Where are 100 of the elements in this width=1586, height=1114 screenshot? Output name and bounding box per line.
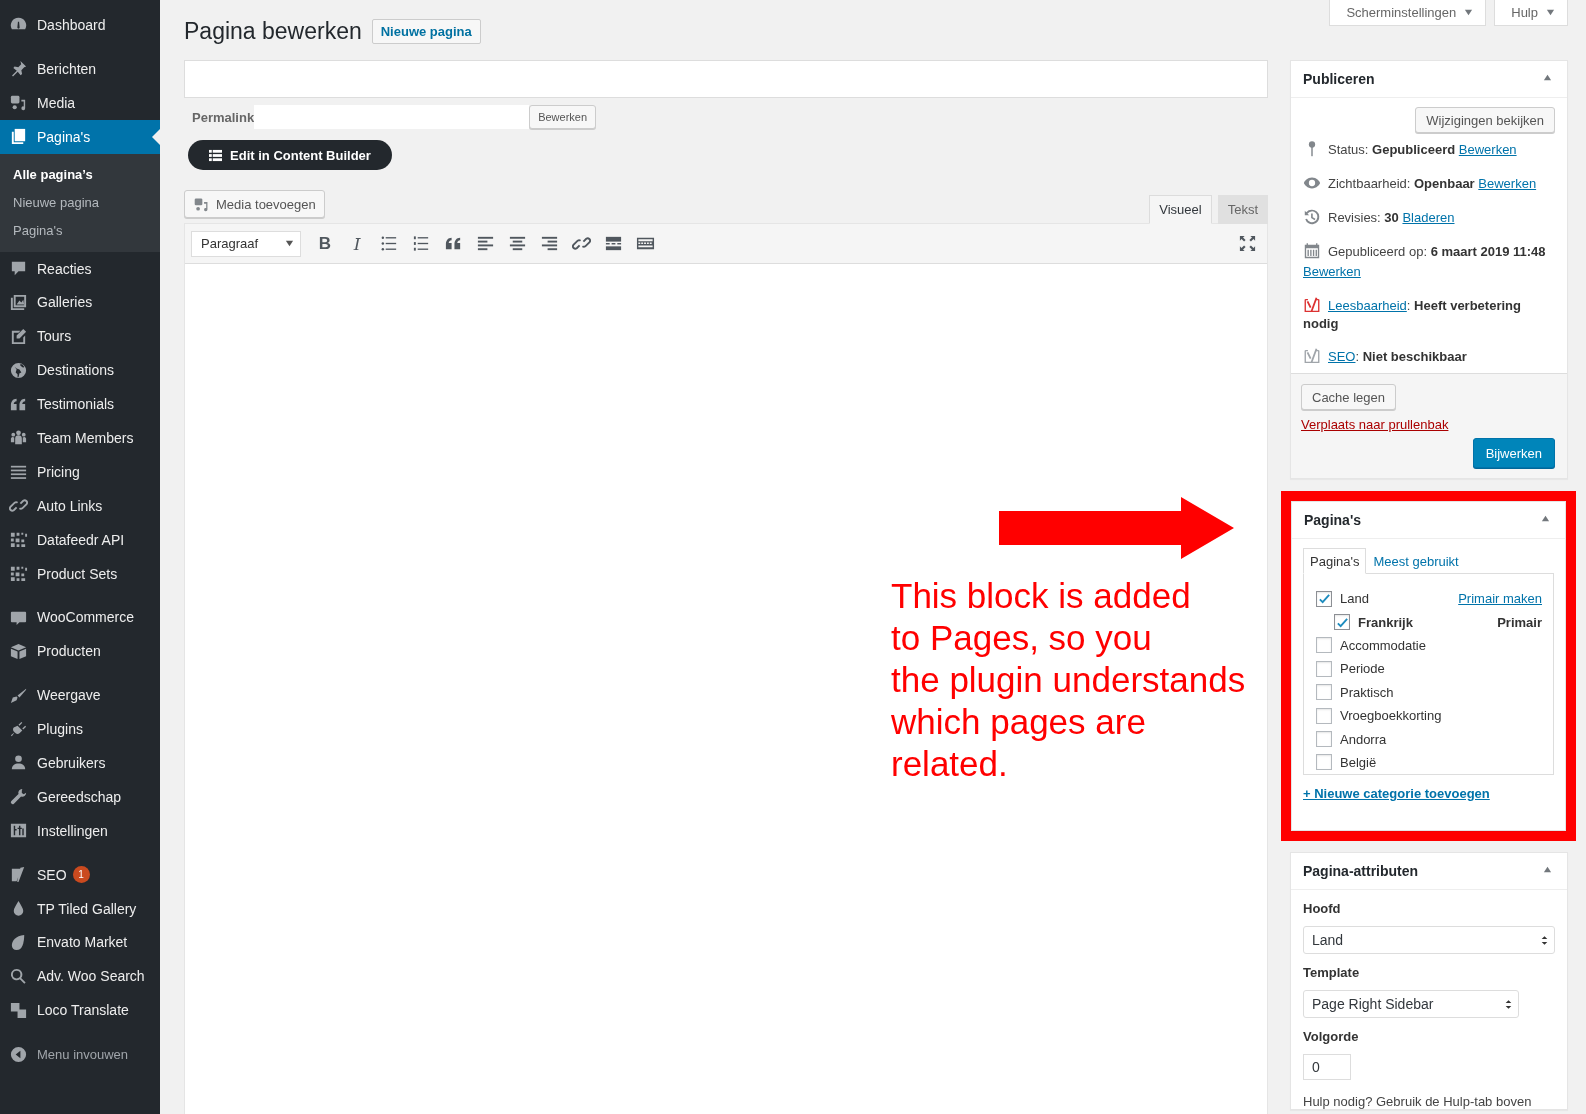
collapse-icon — [9, 1044, 28, 1064]
annotation-text: This block is added to Pages, so you the plugin understands which pages are related. — [891, 575, 1246, 785]
calendar-icon — [1303, 242, 1321, 260]
screen-tab[interactable]: Hulp — [1494, 0, 1568, 26]
clear-cache-button[interactable]: Cache legen — [1301, 384, 1396, 410]
menu-item[interactable]: Testimonials — [0, 387, 160, 421]
menu-item[interactable]: Berichten — [0, 51, 160, 86]
align-right-icon — [539, 234, 559, 253]
submenu-item[interactable]: Alle pagina’s — [0, 160, 160, 189]
status-text: Revisies: 30 — [1328, 210, 1399, 225]
pages-icon — [9, 127, 28, 147]
submenu-item[interactable]: Pagina's — [0, 216, 160, 245]
menu-item[interactable]: Media — [0, 85, 160, 120]
checkbox[interactable] — [1316, 731, 1332, 748]
checkbox[interactable] — [1316, 684, 1332, 701]
collapse-menu-button[interactable]: Menu invouwen — [0, 1037, 160, 1072]
checkbox[interactable] — [1334, 614, 1350, 631]
menu-item[interactable]: Adv. Woo Search — [0, 959, 160, 994]
media-icon — [9, 93, 28, 113]
menu-item[interactable]: Product Sets — [0, 556, 160, 591]
category-label: Periode — [1340, 661, 1385, 677]
number-field[interactable]: 0 — [1303, 1054, 1351, 1080]
up-down-arrows-icon — [1505, 998, 1512, 1010]
category-label: Accommodatie — [1340, 637, 1426, 653]
checkbox[interactable] — [1316, 590, 1332, 607]
menu-item[interactable]: Producten — [0, 634, 160, 669]
align-center-icon — [507, 234, 527, 253]
menu-item[interactable]: Instellingen — [0, 813, 160, 848]
category-tab[interactable]: Pagina's — [1303, 548, 1367, 574]
caret-icon — [1464, 8, 1474, 17]
checkbox[interactable] — [1316, 754, 1332, 771]
format-dropdown[interactable]: Paragraaf — [191, 230, 301, 257]
dropdown[interactable]: Land — [1303, 926, 1555, 954]
menu-item[interactable]: Gereedschap — [0, 779, 160, 814]
search-icon — [9, 966, 28, 986]
category-label: Frankrijk — [1358, 614, 1413, 630]
grid-icon — [9, 564, 28, 583]
category-label: Praktisch — [1340, 684, 1394, 700]
category-label: België — [1340, 754, 1377, 770]
menu-item[interactable]: WooCommerce — [0, 600, 160, 635]
menu-item[interactable]: Destinations — [0, 353, 160, 388]
field-label: Volgorde — [1303, 1028, 1360, 1046]
make-primary-link[interactable]: Primair maken — [1458, 591, 1542, 607]
menu-item[interactable]: Galleries — [0, 285, 160, 320]
title-field[interactable] — [184, 60, 1268, 98]
edit-link[interactable]: Bewerken — [1458, 142, 1517, 157]
menu-item[interactable]: SEO 1 — [0, 857, 160, 892]
score-text: SEO: Niet beschikbaar — [1328, 349, 1467, 364]
screen-tab[interactable]: Scherminstellingen — [1329, 0, 1487, 26]
menu-item[interactable]: Dashboard — [0, 8, 160, 42]
checkbox[interactable] — [1316, 637, 1332, 654]
edit-permalink-button[interactable]: Bewerken — [529, 105, 597, 129]
help-text: Hulp nodig? Gebruik de Hulp-tab boven — [1303, 1094, 1533, 1109]
grid-icon — [9, 530, 28, 550]
edit-link[interactable]: Bewerken — [1478, 176, 1537, 191]
dropdown[interactable]: Page Right Sidebar — [1303, 990, 1519, 1018]
status-text: Status: Gepubliceerd — [1328, 142, 1456, 157]
preview-changes-button[interactable]: Wijzigingen bekijken — [1415, 107, 1555, 133]
add-new-button[interactable]: Nieuwe pagina — [371, 19, 481, 44]
edit-link[interactable]: Bewerken — [1303, 264, 1361, 279]
menu-item[interactable]: Pagina's — [0, 119, 160, 154]
italic-button[interactable]: I — [343, 229, 371, 258]
menu-item[interactable]: Pricing — [0, 454, 160, 489]
menu-item[interactable]: Weergave — [0, 678, 160, 713]
checkbox[interactable] — [1316, 707, 1332, 724]
editor-tab[interactable]: Visueel — [1149, 195, 1212, 224]
menu-item[interactable]: Datafeedr API — [0, 522, 160, 557]
edit-link[interactable]: Bladeren — [1402, 210, 1455, 225]
add-category-link[interactable]: + Nieuwe categorie toevoegen — [1303, 785, 1490, 803]
add-media-button[interactable]: Media toevoegen — [184, 190, 325, 218]
menu-item[interactable]: Envato Market — [0, 925, 160, 960]
check-icon — [1335, 615, 1349, 629]
menu-item[interactable]: TP Tiled Gallery — [0, 891, 160, 926]
content-builder-button[interactable]: Edit in Content Builder — [188, 140, 392, 170]
caret-up-icon — [1543, 73, 1552, 82]
menu-item[interactable]: Loco Translate — [0, 993, 160, 1028]
menu-item[interactable]: Reacties — [0, 251, 160, 286]
checkbox[interactable] — [1316, 660, 1332, 677]
bullet-list-icon — [379, 234, 399, 253]
submenu-item[interactable]: Nieuwe pagina — [0, 188, 160, 217]
menu-item[interactable]: Team Members — [0, 421, 160, 455]
category-tab[interactable]: Meest gebruikt — [1366, 548, 1466, 574]
editor-tab[interactable]: Tekst — [1217, 195, 1268, 224]
menu-item[interactable]: Plugins — [0, 712, 160, 747]
check-icon — [1317, 592, 1331, 606]
menu-item[interactable]: Tours — [0, 319, 160, 354]
update-button[interactable]: Bijwerken — [1472, 438, 1555, 468]
up-down-arrows-icon — [1541, 934, 1548, 946]
plug-icon — [9, 719, 28, 739]
trash-link[interactable]: Verplaats naar prullenbak — [1301, 417, 1449, 432]
bold-button[interactable]: B — [311, 229, 339, 258]
menu-item[interactable]: Auto Links — [0, 488, 160, 523]
box-icon — [9, 641, 28, 661]
caret-up-icon — [1541, 514, 1550, 523]
menu-item[interactable]: Gebruikers — [0, 746, 160, 780]
history-icon — [1303, 208, 1321, 226]
permalink-label: Permalink — [191, 109, 255, 125]
panel-title: Publiceren — [1303, 71, 1375, 87]
score-link[interactable]: Leesbaarheid — [1328, 298, 1407, 313]
pin-icon — [9, 59, 28, 79]
